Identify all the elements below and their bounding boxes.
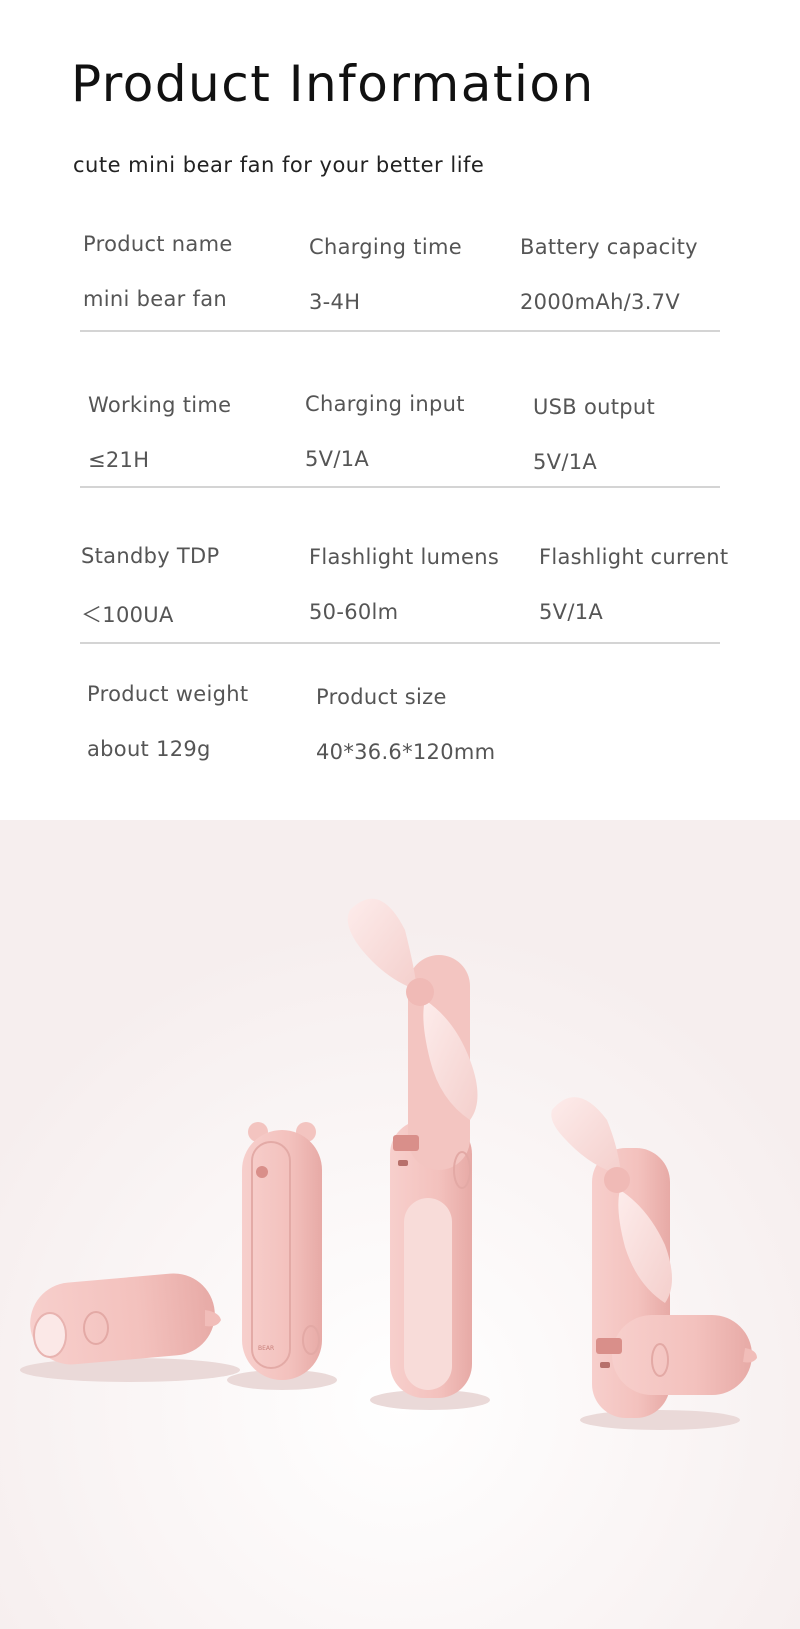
bear-badge: BEAR — [258, 1345, 274, 1352]
spec-label-product-size: Product size — [316, 685, 447, 709]
spec-value-product-size: 40*36.6*120mm — [316, 740, 496, 764]
spec-value-flashlight-lumens: 50-60lm — [309, 600, 399, 624]
spec-value-battery-capacity: 2000mAh/3.7V — [520, 290, 681, 314]
spec-label-working-time: Working time — [88, 393, 232, 417]
row-divider — [80, 642, 720, 644]
spec-label-flashlight-current: Flashlight current — [539, 545, 729, 569]
spec-value-charging-input: 5V/1A — [305, 447, 370, 471]
spec-value-product-name: mini bear fan — [83, 287, 228, 311]
product-photo: BEAR — [0, 820, 800, 1629]
spec-label-standby-tdp: Standby TDP — [81, 544, 220, 568]
row-divider — [80, 486, 720, 488]
fan-standing-closed: BEAR — [227, 1122, 337, 1390]
spec-label-product-name: Product name — [83, 232, 233, 256]
spec-label-charging-input: Charging input — [305, 392, 465, 416]
spec-label-flashlight-lumens: Flashlight lumens — [309, 545, 500, 569]
spec-value-standby-tdp: ＜100UA — [81, 603, 174, 627]
spec-label-usb-output: USB output — [533, 395, 656, 419]
row-divider — [80, 330, 720, 332]
spec-value-flashlight-current: 5V/1A — [539, 600, 604, 624]
spec-value-working-time: ≤21H — [88, 448, 150, 472]
spec-value-product-weight: about 129g — [87, 737, 211, 761]
page-title: Product Information — [71, 55, 595, 113]
spec-value-charging-time: 3-4H — [309, 290, 361, 314]
spec-label-battery-capacity: Battery capacity — [520, 235, 698, 259]
spec-label-charging-time: Charging time — [309, 235, 462, 259]
page-subtitle: cute mini bear fan for your better life — [73, 153, 485, 177]
spec-value-usb-output: 5V/1A — [533, 450, 598, 474]
spec-label-product-weight: Product weight — [87, 682, 249, 706]
